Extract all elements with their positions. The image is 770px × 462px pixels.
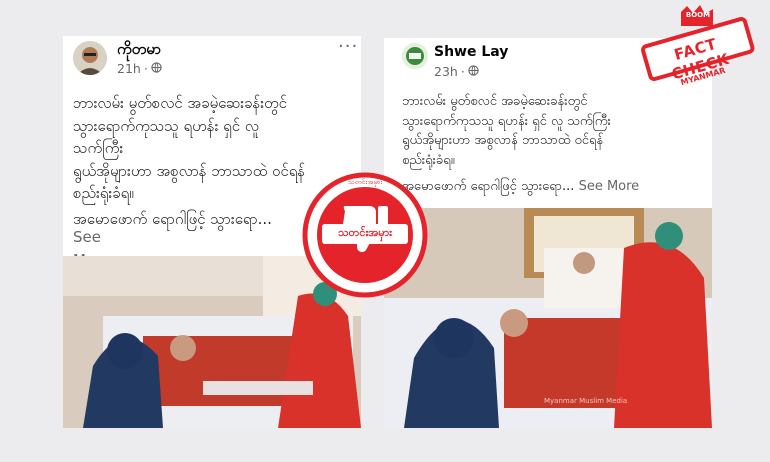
right-post-photo[interactable]: Myanmar Muslim Media: [384, 208, 712, 428]
left-post-time[interactable]: 21h: [117, 61, 141, 76]
photo-watermark: Myanmar Muslim Media: [544, 397, 627, 405]
right-post-text: ဘားလမ်း မွတ်စလင် အခမဲ့ဆေးခန်းတွင် သွားရေ…: [402, 94, 611, 168]
right-post-card: Shwe Lay 23h · ဘားလမ်း မွတ်စလင် အခမဲ့ဆေး…: [384, 38, 712, 428]
left-post-meta: 21h ·: [117, 61, 162, 76]
left-author-avatar[interactable]: [73, 41, 107, 75]
right-post-time[interactable]: 23h: [434, 64, 458, 79]
stamp-ring-text: သတင်းအမှား: [347, 178, 383, 186]
badge-top: BOOM: [685, 11, 711, 19]
more-dots-icon[interactable]: ···: [338, 36, 358, 57]
boom-fact-check-badge: BOOM FACT CHECK MYANMAR: [637, 4, 759, 96]
globe-icon: [151, 61, 162, 76]
right-post-meta: 23h ·: [434, 64, 479, 79]
right-see-more-link[interactable]: See More: [579, 179, 640, 194]
left-author-name[interactable]: ကိုတမာ: [117, 40, 161, 62]
stamp-label: သတင်းအမှား: [322, 224, 408, 244]
right-author-avatar[interactable]: [402, 43, 428, 69]
right-author-name[interactable]: Shwe Lay: [434, 44, 508, 60]
right-post-second-line: အမောဖောက် ရောဂါဖြင့် သွားရော... See More: [402, 177, 702, 197]
globe-icon: [468, 64, 479, 79]
fake-news-stamp: သတင်းအမှား သတင်းအမှား: [302, 172, 428, 298]
